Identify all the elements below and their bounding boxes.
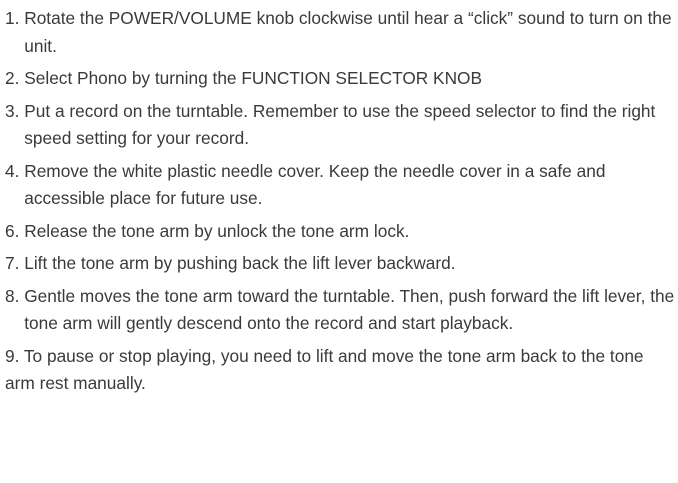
step-number: 1. xyxy=(5,8,25,28)
list-item-step-3: 3. Put a record on the turntable. Rememb… xyxy=(5,98,677,153)
step-text: Release the tone arm by unlock the tone … xyxy=(24,220,410,241)
step-text: Lift the tone arm by pushing back the li… xyxy=(24,253,456,273)
list-item-step-7: 7. Lift the tone arm by pushing back the… xyxy=(5,250,677,278)
step-number: 7. xyxy=(5,253,25,273)
step-text: Rotate the POWER/VOLUME knob clockwise u… xyxy=(24,8,672,56)
list-item-step-2: 2. Select Phono by turning the FUNCTION … xyxy=(5,65,677,93)
step-number: 3. xyxy=(5,100,25,121)
step-number: 4. xyxy=(5,160,25,181)
step-text: Select Phono by turning the FUNCTION SEL… xyxy=(24,68,483,88)
list-item-step-4: 4. Remove the white plastic needle cover… xyxy=(5,158,677,213)
step-text: Put a record on the turntable. Remember … xyxy=(24,100,656,149)
instruction-list: 1. Rotate the POWER/VOLUME knob clockwis… xyxy=(5,5,677,403)
list-item-step-9: 9. To pause or stop playing, you need to… xyxy=(5,343,677,398)
list-item-step-6: 6. Release the tone arm by unlock the to… xyxy=(5,218,677,246)
step-number: 6. xyxy=(5,220,25,241)
list-item-step-8: 8. Gentle moves the tone arm toward the … xyxy=(5,283,677,338)
step-text: Gentle moves the tone arm toward the tur… xyxy=(24,285,675,334)
step-number: 9. xyxy=(5,345,24,366)
step-text: Remove the white plastic needle cover. K… xyxy=(24,160,606,209)
step-number: 2. xyxy=(5,68,25,88)
step-number: 8. xyxy=(5,285,25,306)
step-text: To pause or stop playing, you need to li… xyxy=(5,345,644,394)
list-item-step-1: 1. Rotate the POWER/VOLUME knob clockwis… xyxy=(5,5,677,60)
